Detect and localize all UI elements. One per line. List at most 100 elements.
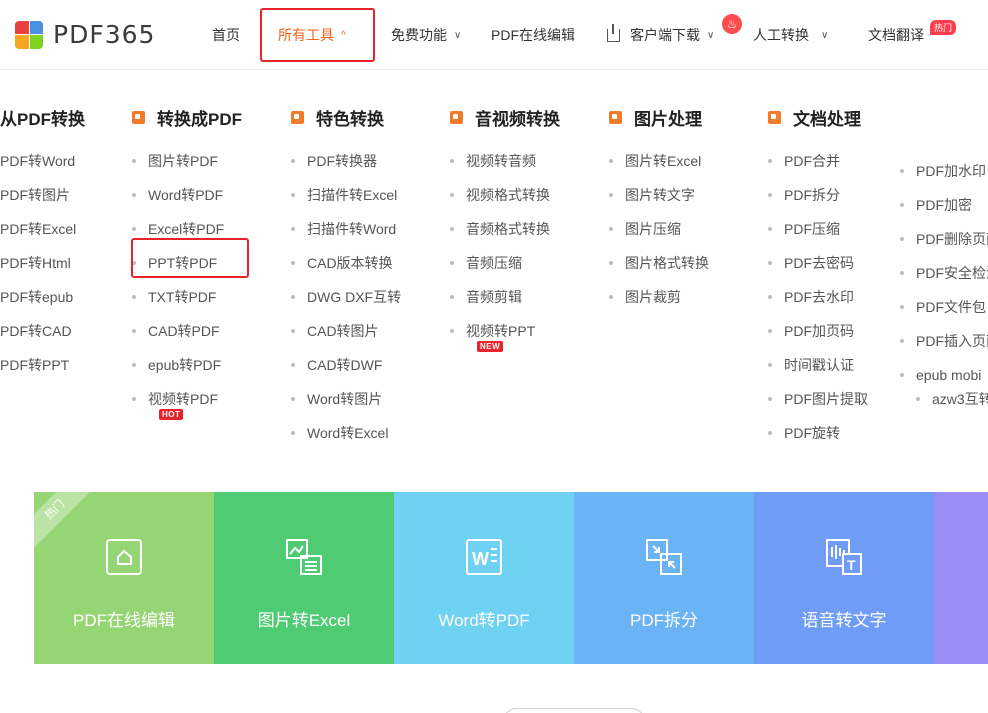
image-icon xyxy=(609,110,622,124)
tool-link[interactable]: 图片转PDF xyxy=(132,144,242,178)
tool-link-label: 音频剪辑 xyxy=(466,289,522,305)
hot-label: HOT xyxy=(159,409,184,420)
tool-link[interactable]: PDF转换器 xyxy=(291,144,401,178)
nav-home-label: 首页 xyxy=(212,27,240,43)
tool-link[interactable]: PDF去密码 xyxy=(768,246,868,280)
tool-link[interactable]: 视频格式转换 xyxy=(450,178,560,212)
tool-link[interactable]: TXT转PDF xyxy=(132,280,242,314)
logo-icon xyxy=(15,20,43,49)
tool-link[interactable]: CAD转图片 xyxy=(291,314,401,348)
convert-icon xyxy=(132,110,145,124)
tool-link[interactable]: PDF去水印 xyxy=(768,280,868,314)
tool-link-label: epub转PDF xyxy=(148,357,222,373)
tool-link[interactable]: PDF加页码 xyxy=(768,314,868,348)
edit-icon xyxy=(103,536,145,578)
tool-link[interactable]: 图片转Excel xyxy=(609,144,709,178)
tool-link[interactable]: PDF转CAD xyxy=(0,314,85,348)
tool-link[interactable]: PDF删除页面 xyxy=(900,222,988,256)
highlight-box-nav xyxy=(260,8,375,62)
tool-link[interactable]: 时间戳认证 xyxy=(768,348,868,382)
tool-link-label: 音频格式转换 xyxy=(466,221,550,237)
tool-link[interactable]: DWG DXF互转 xyxy=(291,280,401,314)
tool-link[interactable]: 扫描件转Word xyxy=(291,212,401,246)
tool-link[interactable]: 扫描件转Excel xyxy=(291,178,401,212)
tool-link[interactable]: 音频压缩 xyxy=(450,246,560,280)
tool-link[interactable]: Word转PDF xyxy=(132,178,242,212)
tool-link[interactable]: 视频转音频 xyxy=(450,144,560,178)
nav-free-features[interactable]: 免费功能 ∨ xyxy=(391,0,461,70)
nav-home[interactable]: 首页 xyxy=(212,0,240,70)
tool-link[interactable]: Word转Excel xyxy=(291,416,401,450)
tool-list: 视频转音频 视频格式转换 音频格式转换 音频压缩 音频剪辑 视频转PPT NEW xyxy=(450,144,560,352)
tool-link[interactable]: PDF压缩 xyxy=(768,212,868,246)
tool-link[interactable]: PDF插入页面 xyxy=(900,324,988,358)
logo[interactable]: PDF365 xyxy=(15,20,155,49)
column-title-text: 文档处理 xyxy=(793,109,861,129)
tool-link[interactable]: Word转图片 xyxy=(291,382,401,416)
tool-link[interactable]: 图片转文字 xyxy=(609,178,709,212)
tool-link[interactable]: PDF转epub xyxy=(0,280,85,314)
tool-link[interactable]: 视频转PDF HOT xyxy=(132,382,242,420)
nav-doc-translate-label: 文档翻译 xyxy=(868,27,924,43)
tool-link[interactable]: 音频格式转换 xyxy=(450,212,560,246)
speech-text-icon: T xyxy=(823,536,865,578)
tile-speech-to-text[interactable]: T 语音转文字 xyxy=(754,492,934,664)
tool-link[interactable]: PDF合并 xyxy=(768,144,868,178)
hot-ribbon: 热门 xyxy=(34,492,103,558)
tile-word-to-pdf[interactable]: W Word转PDF xyxy=(394,492,574,664)
chevron-down-icon: ∨ xyxy=(454,29,462,41)
more-button[interactable] xyxy=(502,708,646,713)
column-title-text: 转换成PDF xyxy=(157,109,242,129)
tool-link[interactable]: 图片格式转换 xyxy=(609,246,709,280)
tool-link[interactable]: CAD转DWF xyxy=(291,348,401,382)
nav-client-download[interactable]: 客户端下载 ∨ xyxy=(607,0,714,70)
nav-manual-convert[interactable]: 人工转换 ∨ xyxy=(753,0,828,70)
tool-link[interactable]: PDF转PPT xyxy=(0,348,85,382)
tool-link[interactable]: PDF转Html xyxy=(0,246,85,280)
tile-pdf-split[interactable]: PDF拆分 xyxy=(574,492,754,664)
column-special: 特色转换 PDF转换器 扫描件转Excel 扫描件转Word CAD版本转换 D… xyxy=(291,100,401,450)
hot-badge: 热门 xyxy=(930,20,957,35)
tool-link[interactable]: CAD转PDF xyxy=(132,314,242,348)
tool-link[interactable]: epub mobi xyxy=(900,358,988,392)
tool-link[interactable]: PDF转图片 xyxy=(0,178,85,212)
tool-list: PDF合并 PDF拆分 PDF压缩 PDF去密码 PDF去水印 PDF加页码 时… xyxy=(768,144,868,450)
tool-link[interactable]: CAD版本转换 xyxy=(291,246,401,280)
tool-link-label: 视频转音频 xyxy=(466,153,536,169)
tile-label: PDF拆分 xyxy=(630,611,698,630)
tool-link-label: 音频压缩 xyxy=(466,255,522,271)
tool-link-label: 视频转PDF xyxy=(148,391,218,407)
tool-link[interactable]: 音频剪辑 xyxy=(450,280,560,314)
tool-link[interactable]: epub转PDF xyxy=(132,348,242,382)
chevron-down-icon: ∨ xyxy=(821,29,829,41)
tool-link[interactable]: 视频转PPT NEW xyxy=(450,314,560,352)
word-icon: W xyxy=(463,536,505,578)
tool-link-label: TXT转PDF xyxy=(148,289,217,305)
play-icon xyxy=(450,110,463,124)
tool-list: 图片转PDF Word转PDF Excel转PDF PPT转PDF TXT转PD… xyxy=(132,144,242,420)
document-icon xyxy=(768,110,781,124)
tool-link-cont[interactable]: azw3互转 xyxy=(900,391,988,406)
tile-image-to-excel[interactable]: 图片转Excel xyxy=(214,492,394,664)
tool-link[interactable]: PDF转Excel xyxy=(0,212,85,246)
tool-link-label: Excel转PDF xyxy=(148,221,225,237)
new-label: NEW xyxy=(477,341,504,352)
tile-online-edit[interactable]: 热门 PDF在线编辑 xyxy=(34,492,214,664)
tool-link[interactable]: PDF安全检测 xyxy=(900,256,988,290)
nav-online-edit[interactable]: PDF在线编辑 xyxy=(491,0,575,70)
tool-list: PDF转换器 扫描件转Excel 扫描件转Word CAD版本转换 DWG DX… xyxy=(291,144,401,450)
tool-link[interactable]: 图片裁剪 xyxy=(609,280,709,314)
tool-link[interactable]: PDF拆分 xyxy=(768,178,868,212)
tile-more[interactable] xyxy=(934,492,988,664)
tool-link[interactable]: PDF转Word xyxy=(0,144,85,178)
tool-link[interactable]: PDF图片提取 xyxy=(768,382,868,416)
tool-link-label: 图片转PDF xyxy=(148,153,218,169)
tool-link[interactable]: PDF文件包 xyxy=(900,290,988,324)
nav-doc-translate[interactable]: 文档翻译 xyxy=(868,0,924,70)
tool-link[interactable]: PDF旋转 xyxy=(768,416,868,450)
tile-label: PDF在线编辑 xyxy=(73,611,175,630)
column-title: 音视频转换 xyxy=(450,100,560,134)
tool-link[interactable]: PDF加水印 xyxy=(900,154,988,188)
tool-link[interactable]: 图片压缩 xyxy=(609,212,709,246)
tool-link[interactable]: PDF加密 xyxy=(900,188,988,222)
